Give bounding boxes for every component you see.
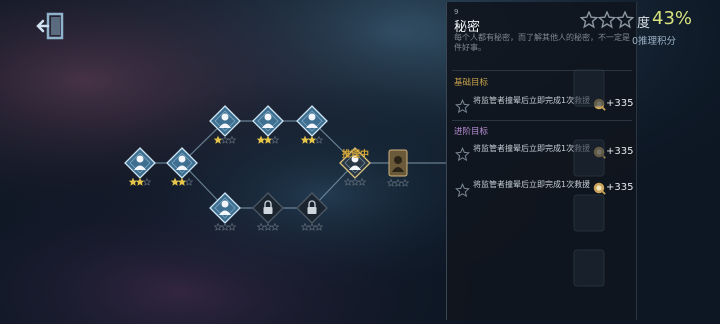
goal-star-icon bbox=[455, 99, 470, 114]
node-star-icon bbox=[400, 178, 410, 187]
node-star-icon bbox=[256, 222, 266, 231]
node-star-icon bbox=[213, 222, 223, 231]
node-star-icon bbox=[314, 222, 324, 231]
node-star-icon bbox=[170, 177, 180, 186]
case-rating-stars bbox=[580, 11, 634, 29]
node-star-icon bbox=[343, 177, 353, 186]
node-star-icon bbox=[184, 177, 194, 186]
node-star-icon bbox=[142, 177, 152, 186]
rating-star-icon bbox=[580, 11, 599, 29]
node-star-icon bbox=[220, 222, 230, 231]
node-star-icon bbox=[177, 177, 187, 186]
node-star-icon bbox=[270, 222, 280, 231]
nodes-layer bbox=[124, 105, 410, 231]
node-star-icon bbox=[128, 177, 138, 186]
node-star-icon bbox=[213, 135, 223, 144]
map-node-1[interactable] bbox=[124, 147, 156, 186]
basic-goals-label: 基础目标 bbox=[454, 78, 489, 88]
node-star-icon bbox=[307, 135, 317, 144]
node-star-icon bbox=[300, 222, 310, 231]
advanced-goals-label: 进阶目标 bbox=[454, 127, 489, 137]
chapter-mark: 9 bbox=[454, 8, 459, 16]
node-star-icon bbox=[263, 135, 273, 144]
node-star-icon bbox=[256, 135, 266, 144]
node-star-icon bbox=[263, 222, 273, 231]
goal-points: +335 bbox=[606, 146, 634, 157]
current-node-label: 推理中 bbox=[342, 148, 369, 160]
faded-clue-cards bbox=[573, 69, 605, 287]
goal-star-icon bbox=[455, 147, 470, 162]
rating-star-icon bbox=[597, 11, 617, 29]
node-star-icon bbox=[270, 135, 280, 144]
case-description: 每个人都有秘密，而了解其他人的秘密，不一定是件好事。 bbox=[454, 33, 630, 52]
node-star-icon bbox=[307, 222, 317, 231]
node-star-icon bbox=[314, 135, 324, 144]
rating-star-icon bbox=[615, 11, 634, 29]
goal-star-icon bbox=[455, 183, 470, 198]
goal-points: +335 bbox=[606, 98, 634, 109]
node-star-icon bbox=[350, 177, 360, 186]
node-star-icon bbox=[135, 177, 145, 186]
node-star-icon bbox=[220, 135, 230, 144]
progress-prefix: 度 bbox=[637, 16, 651, 31]
goal-points: +335 bbox=[606, 182, 634, 193]
map-node-3[interactable] bbox=[209, 105, 241, 144]
map-node-4[interactable] bbox=[252, 105, 284, 144]
map-node-5[interactable] bbox=[296, 105, 328, 144]
map-node-6[interactable] bbox=[209, 192, 241, 231]
node-star-icon bbox=[393, 178, 403, 187]
map-node-7 bbox=[252, 192, 284, 231]
node-star-icon bbox=[227, 222, 237, 231]
progress-percent: 43% bbox=[652, 8, 693, 29]
reasoning-points-total: 0推理积分 bbox=[632, 36, 677, 47]
node-star-icon bbox=[357, 177, 367, 186]
map-node-10[interactable] bbox=[386, 149, 410, 187]
map-node-8 bbox=[296, 192, 328, 231]
node-star-icon bbox=[227, 135, 237, 144]
node-star-icon bbox=[386, 178, 396, 187]
node-star-icon bbox=[300, 135, 310, 144]
